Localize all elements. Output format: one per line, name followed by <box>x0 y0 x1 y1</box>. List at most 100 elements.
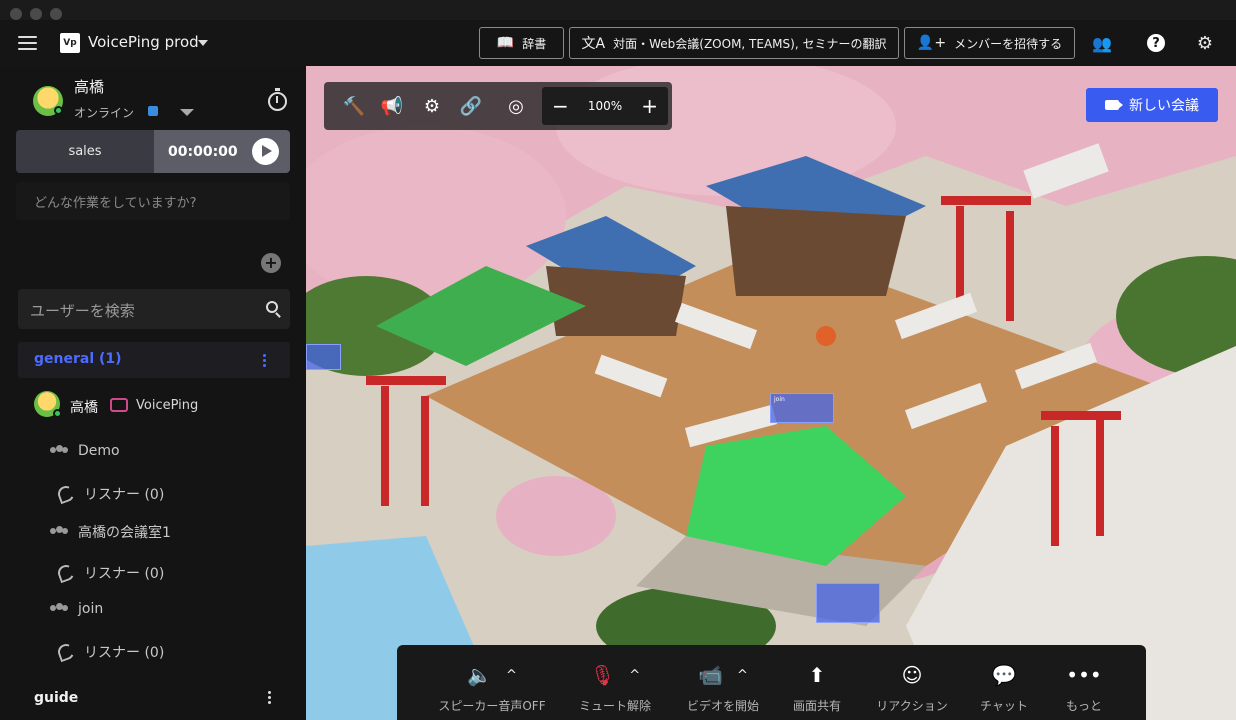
status-chevron-down-icon[interactable] <box>180 109 194 116</box>
room-takahashi[interactable]: 高橋の会議室1 <box>50 522 171 542</box>
reaction-button[interactable]: ☺ リアクション <box>872 645 952 720</box>
workspace-name[interactable]: VoicePing prod <box>88 33 199 51</box>
window-minimize-dot[interactable] <box>30 8 42 20</box>
mic-chevron-up-icon[interactable]: ^ <box>629 668 640 683</box>
screen-share-button[interactable]: ⬆ 画面共有 <box>787 645 847 720</box>
emoji-reaction-icon: ☺ <box>901 663 923 687</box>
settings-gear-icon[interactable]: ⚙ <box>1194 32 1216 54</box>
timer-tag[interactable]: sales <box>16 130 154 173</box>
invite-members-button[interactable]: 👤+ メンバーを招待する <box>904 27 1075 59</box>
mute-control[interactable]: 🎙 ^ ミュート解除 <box>575 645 655 720</box>
bottom-control-bar: 🔈 ^ スピーカー音声OFF 🎙 ^ ミュート解除 📹 ^ ビデオを開始 ⬆ 画面共有… <box>397 645 1146 720</box>
user-search[interactable]: ユーザーを検索 <box>18 289 290 329</box>
listeners-label: リスナー (0) <box>84 645 165 661</box>
translation-label: 対面・Web会議(ZOOM, TEAMS), セミナーの翻訳 <box>613 36 887 51</box>
channel-general[interactable]: general (1) <box>18 342 290 378</box>
mic-off-icon[interactable]: 🎙 <box>590 663 615 687</box>
locate-icon[interactable]: ◎ <box>504 94 528 118</box>
group-icon <box>50 445 68 457</box>
map-zone-meeting[interactable] <box>816 583 880 623</box>
room-demo[interactable]: Demo <box>50 443 120 459</box>
speaker-label: スピーカー音声OFF <box>438 699 546 713</box>
share-label: 画面共有 <box>792 699 841 713</box>
mute-label: ミュート解除 <box>578 699 651 713</box>
add-person-icon: 👤+ <box>916 35 947 51</box>
channel-label: general (1) <box>34 351 122 367</box>
channel-menu-icon[interactable] <box>263 354 266 367</box>
listeners-label: リスナー (0) <box>84 487 165 503</box>
zoom-control: − 100% + <box>542 87 668 125</box>
stopwatch-icon[interactable] <box>268 88 287 111</box>
listener-icon <box>55 641 77 663</box>
speaker-control[interactable]: 🔈 ^ スピーカー音声OFF <box>437 645 547 720</box>
room-name: 高橋の会議室1 <box>78 525 171 541</box>
video-control[interactable]: 📹 ^ ビデオを開始 <box>683 645 763 720</box>
timer-value-area: 00:00:00 <box>154 130 290 173</box>
video-camera-icon <box>1105 100 1123 110</box>
online-status-dot <box>54 106 63 115</box>
search-icon[interactable] <box>266 301 278 313</box>
more-button[interactable]: ••• もっと <box>1059 645 1109 720</box>
speaker-chevron-up-icon[interactable]: ^ <box>506 668 517 683</box>
dictionary-label: 辞書 <box>522 36 547 51</box>
screen-share-icon: ⬆ <box>808 663 826 687</box>
status-device-icon <box>148 106 158 116</box>
listeners-join[interactable]: リスナー (0) <box>55 641 165 663</box>
invite-label: メンバーを招待する <box>954 36 1063 51</box>
voiceping-app-icon <box>110 398 128 412</box>
chat-label: チャット <box>980 699 1028 713</box>
window-zoom-dot[interactable] <box>50 8 62 20</box>
menu-toggle-icon[interactable] <box>18 36 37 50</box>
listeners-label: リスナー (0) <box>84 566 165 582</box>
chat-bubble-icon: 💬 <box>991 663 1017 687</box>
map-toolbar: 🔨 📢 ⚙ 🔗 ◎ − 100% + <box>324 82 672 130</box>
link-icon[interactable]: 🔗 <box>459 94 483 118</box>
help-icon[interactable]: ? <box>1147 34 1165 52</box>
listeners-demo[interactable]: リスナー (0) <box>55 483 165 505</box>
settings-gear-icon[interactable]: ⚙ <box>420 94 444 118</box>
room-join[interactable]: join <box>50 601 103 617</box>
book-icon: 📖 <box>496 35 515 51</box>
window-close-dot[interactable] <box>10 8 22 20</box>
group-icon <box>50 526 68 538</box>
zone-label: join <box>774 396 785 403</box>
translation-button[interactable]: 文A 対面・Web会議(ZOOM, TEAMS), セミナーの翻訳 <box>569 27 899 59</box>
top-bar: Vp VoicePing prod 📖 辞書 文A 対面・Web会議(ZOOM,… <box>0 20 1236 66</box>
workspace-chevron-down-icon[interactable] <box>198 40 208 46</box>
map-zone-join[interactable]: join <box>770 393 834 423</box>
map-zone-left[interactable] <box>306 344 341 370</box>
new-meeting-button[interactable]: 新しい会議 <box>1086 88 1218 122</box>
translate-icon: 文A <box>581 36 606 52</box>
chat-button[interactable]: 💬 チャット <box>979 645 1029 720</box>
zoom-in-button[interactable]: + <box>641 94 658 118</box>
zoom-out-button[interactable]: − <box>552 94 569 118</box>
video-label: ビデオを開始 <box>686 699 759 713</box>
listener-icon <box>55 562 77 584</box>
timer-value: 00:00:00 <box>168 143 238 160</box>
task-input[interactable]: どんな作業をしていますか? <box>16 182 290 220</box>
more-label: もっと <box>1065 699 1102 713</box>
video-chevron-up-icon[interactable]: ^ <box>737 668 748 683</box>
new-meeting-label: 新しい会議 <box>1129 98 1199 114</box>
room-name: join <box>78 601 104 617</box>
search-input[interactable]: ユーザーを検索 <box>30 300 135 321</box>
timer-play-icon[interactable] <box>252 138 279 165</box>
member-app: VoicePing <box>136 398 199 413</box>
megaphone-icon[interactable]: 📢 <box>380 94 404 118</box>
profile-status[interactable]: オンライン <box>74 104 134 121</box>
listeners-takahashi[interactable]: リスナー (0) <box>55 562 165 584</box>
speaker-icon[interactable]: 🔈 <box>467 663 492 687</box>
member-name[interactable]: 高橋 <box>70 397 98 417</box>
video-off-icon[interactable]: 📹 <box>698 663 723 687</box>
hammer-icon[interactable]: 🔨 <box>342 94 366 118</box>
dictionary-button[interactable]: 📖 辞書 <box>479 27 564 59</box>
virtual-office-map[interactable]: join 🔨 📢 ⚙ 🔗 ◎ − 100% + 新しい会議 <box>306 66 1236 720</box>
room-name: Demo <box>78 443 120 459</box>
channel-guide[interactable]: guide <box>34 690 78 706</box>
members-icon[interactable]: 👥 <box>1091 32 1113 54</box>
listener-icon <box>55 483 77 505</box>
add-channel-icon[interactable]: + <box>261 253 281 273</box>
more-dots-icon: ••• <box>1066 663 1102 687</box>
member-online-dot <box>53 409 62 418</box>
guide-menu-icon[interactable] <box>268 691 271 704</box>
